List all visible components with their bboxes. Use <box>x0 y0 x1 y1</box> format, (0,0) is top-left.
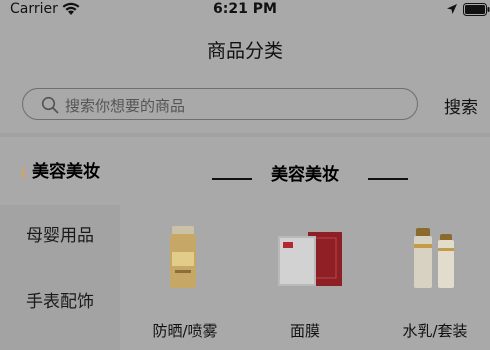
header-line-right <box>368 178 408 180</box>
search-placeholder: 搜索你想要的商品 <box>65 97 186 115</box>
product-label: 防晒/喷雾 <box>152 322 218 340</box>
selection-indicator-icon <box>21 168 28 178</box>
battery-icon <box>463 3 490 16</box>
sidebar-item-label: 母婴用品 <box>26 226 94 246</box>
page-title: 商品分类 <box>206 40 283 62</box>
sidebar-item-baby[interactable]: 母婴用品 <box>0 205 120 268</box>
product-lotion-set[interactable]: 水乳/套装 <box>380 218 490 350</box>
sidebar-item-label: 手表配饰 <box>26 292 94 312</box>
status-bar: Carrier 6:21 PM <box>0 0 490 20</box>
search-input[interactable]: 搜索你想要的商品 <box>22 88 418 120</box>
section-title: 美容美妆 <box>271 165 339 185</box>
product-face-mask[interactable]: 面膜 <box>250 218 360 350</box>
sidebar-item-watches[interactable]: 手表配饰 <box>0 268 120 350</box>
search-icon <box>41 96 59 114</box>
product-label: 面膜 <box>289 322 320 340</box>
clock: 6:21 PM <box>213 1 277 17</box>
face-mask-box-icon <box>278 232 342 286</box>
sidebar-item-beauty[interactable]: 美容美妆 <box>0 141 120 204</box>
section-header: 美容美妆 <box>120 160 490 185</box>
product-label: 水乳/套装 <box>402 322 468 340</box>
category-sidebar: 美容美妆 母婴用品 手表配饰 <box>0 137 120 350</box>
location-arrow-icon <box>447 4 457 14</box>
sunscreen-bottle-icon <box>170 226 196 288</box>
search-button[interactable]: 搜索 <box>444 93 478 118</box>
sidebar-item-label: 美容美妆 <box>32 162 100 182</box>
navigation-bar: 商品分类 <box>0 20 490 74</box>
lotion-set-icon <box>414 228 454 288</box>
product-sunscreen[interactable]: 防晒/喷雾 <box>130 218 240 350</box>
